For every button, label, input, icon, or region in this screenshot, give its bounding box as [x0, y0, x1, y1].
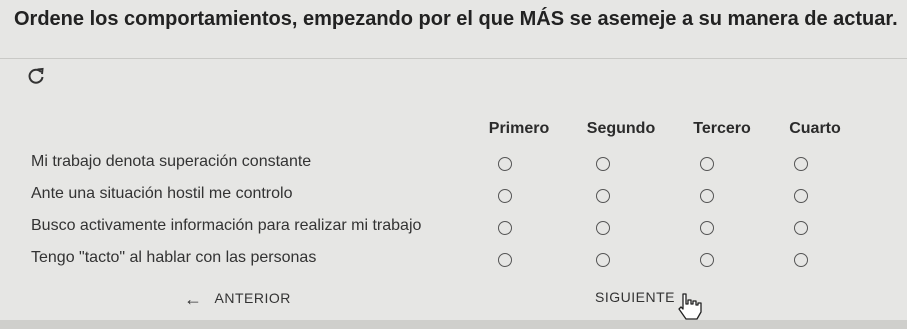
- row-label: Mi trabajo denota superación constante: [31, 153, 312, 170]
- radio-row4-fourth[interactable]: [794, 253, 808, 267]
- radio-row1-fourth[interactable]: [794, 157, 808, 171]
- divider: [0, 58, 907, 59]
- question-title: Ordene los comportamientos, empezando po…: [14, 8, 898, 30]
- column-header-third: Tercero: [693, 120, 751, 137]
- radio-row2-fourth[interactable]: [794, 189, 808, 203]
- radio-row3-fourth[interactable]: [794, 221, 808, 235]
- radio-row4-first[interactable]: [498, 253, 512, 267]
- row-label: Ante una situación hostil me controlo: [31, 185, 293, 202]
- column-header-first: Primero: [488, 120, 550, 137]
- previous-button[interactable]: ← ANTERIOR: [184, 289, 291, 310]
- radio-row1-first[interactable]: [498, 157, 512, 171]
- bottom-bar: [0, 320, 907, 329]
- radio-row1-third[interactable]: [700, 157, 714, 171]
- previous-label: ANTERIOR: [214, 290, 291, 306]
- radio-row4-third[interactable]: [700, 253, 714, 267]
- radio-row2-third[interactable]: [700, 189, 714, 203]
- radio-row3-first[interactable]: [498, 221, 512, 235]
- radio-row3-third[interactable]: [700, 221, 714, 235]
- radio-row1-second[interactable]: [596, 157, 610, 171]
- arrow-left-icon: ←: [184, 289, 203, 309]
- radio-row4-second[interactable]: [596, 253, 610, 267]
- next-label: SIGUIENTE: [595, 289, 675, 305]
- column-header-fourth: Cuarto: [789, 120, 841, 137]
- row-label: Tengo "tacto" al hablar con las personas: [31, 249, 317, 266]
- row-label: Busco activamente información para reali…: [31, 217, 422, 234]
- radio-row3-second[interactable]: [596, 221, 610, 235]
- reload-icon[interactable]: [26, 66, 46, 86]
- radio-row2-second[interactable]: [596, 189, 610, 203]
- next-button[interactable]: SIGUIENTE: [595, 289, 675, 305]
- column-header-second: Segundo: [586, 120, 656, 137]
- hand-cursor-icon: [678, 293, 702, 320]
- radio-row2-first[interactable]: [498, 189, 512, 203]
